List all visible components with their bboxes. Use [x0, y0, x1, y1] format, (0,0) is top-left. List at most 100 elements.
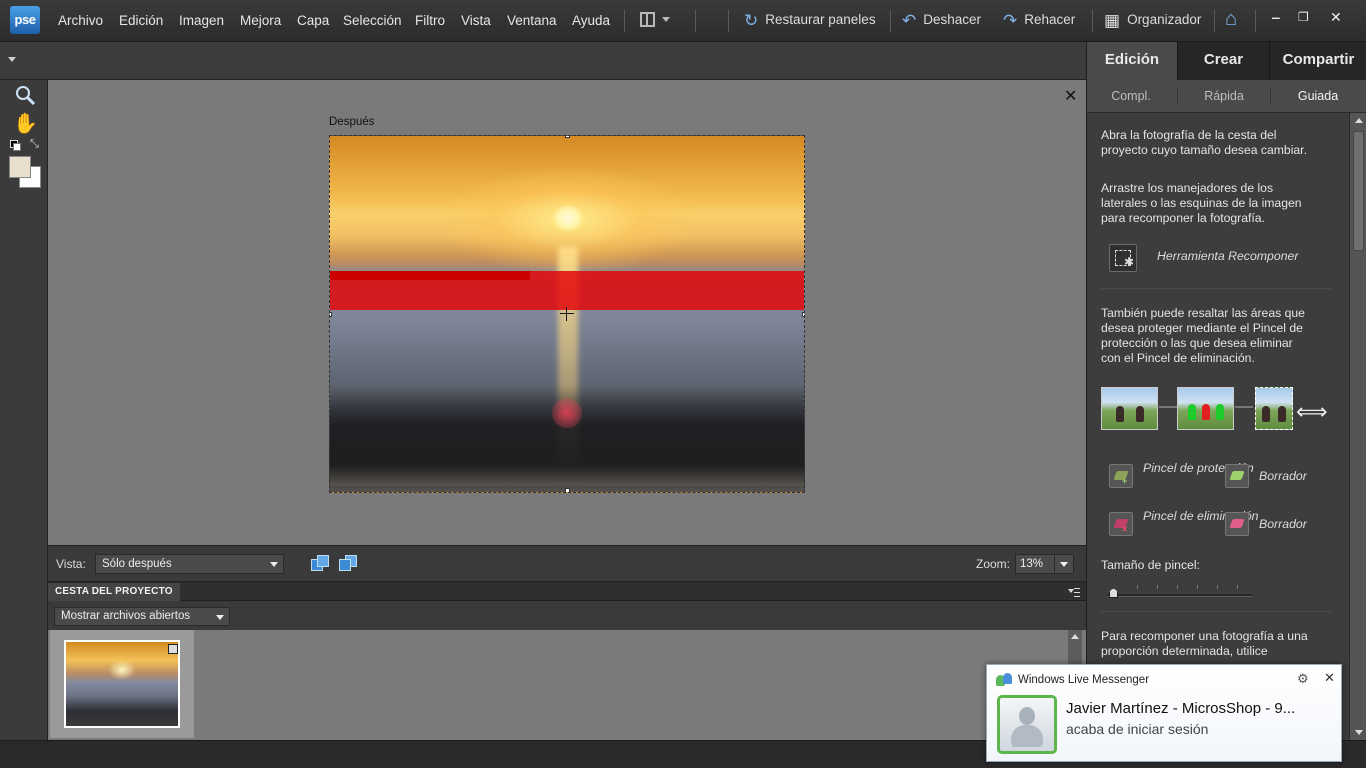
layout-icon	[640, 12, 655, 27]
resize-handle-left[interactable]	[330, 312, 332, 317]
remove-eraser-icon[interactable]	[1225, 512, 1249, 536]
view-label: Vista:	[56, 557, 86, 571]
bin-item[interactable]	[50, 630, 194, 738]
zoom-tool-icon[interactable]	[13, 84, 37, 108]
subtab-guiada[interactable]: Guiada	[1272, 89, 1364, 103]
zoom-field[interactable]: 13%	[1015, 554, 1074, 574]
menu-mejora[interactable]: Mejora	[240, 13, 281, 28]
minimize-button[interactable]: ‒	[1272, 9, 1280, 25]
panel-bin: Edición Crear Compartir Compl. Rápida Gu…	[1086, 42, 1366, 740]
recompose-tool-label[interactable]: Herramienta Recomponer	[1157, 249, 1298, 264]
chevron-down-icon	[662, 17, 670, 22]
instruction-text: Abra la fotografía de la cesta del proye…	[1101, 128, 1307, 157]
sunset-photo[interactable]	[329, 135, 805, 493]
arrow-icon	[1235, 406, 1253, 408]
view-mode-select[interactable]: Sólo después	[95, 554, 284, 574]
toolbox: ✋ ⤡	[0, 80, 48, 740]
toolbar-separator	[1214, 10, 1215, 32]
menu-capa[interactable]: Capa	[297, 13, 329, 28]
close-window-button[interactable]: ✕	[1330, 9, 1342, 26]
app-logo: pse	[10, 6, 40, 34]
messenger-notification[interactable]: Windows Live Messenger ⚙ ✕ Javier Martín…	[986, 664, 1342, 762]
hand-tool-icon[interactable]: ✋	[13, 112, 38, 136]
tab-crear[interactable]: Crear	[1177, 42, 1269, 80]
resize-handle-bottom[interactable]	[565, 488, 570, 492]
resize-handle-right[interactable]	[802, 312, 804, 317]
close-icon[interactable]: ✕	[1324, 670, 1335, 686]
bin-filter-select[interactable]: Mostrar archivos abiertos	[54, 607, 230, 626]
default-colors-icon[interactable]	[10, 140, 21, 151]
subtab-rapida[interactable]: Rápida	[1179, 89, 1269, 103]
brush-size-slider[interactable]	[1107, 594, 1253, 597]
view-swap-icon[interactable]	[339, 555, 359, 573]
options-expand-icon[interactable]	[8, 57, 16, 62]
contact-name[interactable]: Javier Martínez - MicrosShop - 9...	[1066, 700, 1295, 717]
menu-vista[interactable]: Vista	[461, 13, 491, 28]
restore-panels-label: Restaurar paneles	[765, 12, 876, 27]
protect-eraser-label[interactable]: Borrador	[1259, 469, 1307, 484]
scroll-up-icon[interactable]	[1355, 118, 1363, 123]
view-layout-icon[interactable]	[311, 555, 331, 573]
restore-window-button[interactable]: ❐	[1298, 10, 1309, 24]
gear-icon[interactable]: ⚙	[1297, 671, 1309, 687]
resize-handle-top[interactable]	[565, 136, 570, 138]
guided-edit-panel: Abra la fotografía de la cesta del proye…	[1087, 113, 1349, 740]
edit-mode-tabs: Compl. Rápida Guiada	[1087, 80, 1366, 113]
chevron-down-icon	[1060, 562, 1068, 567]
redo-icon: ↷	[1003, 11, 1018, 30]
remove-eraser-label[interactable]: Borrador	[1259, 517, 1307, 532]
menu-archivo[interactable]: Archivo	[58, 13, 103, 28]
resize-arrow-icon: ⟺	[1296, 399, 1328, 424]
instruction-text: Arrastre los manejadores de los laterale…	[1101, 181, 1302, 225]
layout-menu-button[interactable]	[640, 12, 670, 30]
brush-size-slider-thumb[interactable]	[1109, 588, 1118, 598]
foreground-color-swatch[interactable]	[9, 156, 31, 178]
view-mode-value: Sólo después	[102, 558, 172, 570]
organizer-button[interactable]: ▦ Organizador	[1104, 11, 1201, 31]
arrow-icon	[1159, 406, 1177, 408]
avatar	[997, 695, 1057, 754]
instruction-text: También puede resaltar las áreas que des…	[1101, 306, 1305, 365]
undo-button[interactable]: ↶ Deshacer	[902, 11, 981, 31]
toolbar-separator	[728, 10, 729, 32]
menu-seleccion[interactable]: Selección	[343, 13, 402, 28]
toolbar-separator	[695, 10, 696, 32]
menu-ventana[interactable]: Ventana	[507, 13, 557, 28]
scroll-down-icon[interactable]	[1355, 730, 1363, 735]
scrollbar-thumb[interactable]	[1353, 131, 1364, 251]
panel-scrollbar[interactable]	[1349, 113, 1366, 740]
refresh-icon: ↻	[744, 11, 759, 30]
photo-thumbnail[interactable]	[64, 640, 180, 728]
protect-eraser-icon[interactable]	[1225, 464, 1249, 488]
divider	[1101, 288, 1331, 289]
remove-brush-icon[interactable]: ×	[1109, 512, 1133, 536]
home-button[interactable]: ⌂	[1225, 8, 1237, 31]
project-bin-controls: Mostrar archivos abiertos	[48, 601, 1086, 630]
tab-compartir[interactable]: Compartir	[1269, 42, 1366, 80]
menu-imagen[interactable]: Imagen	[179, 13, 224, 28]
tool-options-bar	[0, 42, 1086, 80]
project-bin-tab[interactable]: CESTA DEL PROYECTO	[48, 583, 180, 601]
menu-filtro[interactable]: Filtro	[415, 13, 445, 28]
view-bar: Vista: Sólo después Zoom: 13%	[48, 545, 1086, 582]
swap-colors-icon[interactable]: ⤡	[30, 138, 39, 151]
notification-title: Windows Live Messenger	[1018, 674, 1150, 686]
menu-bar: pse Archivo Edición Imagen Mejora Capa S…	[0, 0, 1366, 42]
restore-panels-button[interactable]: ↻ Restaurar paneles	[744, 11, 876, 31]
example-image-result	[1255, 387, 1293, 430]
project-bin	[48, 630, 1086, 740]
menu-edicion[interactable]: Edición	[119, 13, 163, 28]
organizer-label: Organizador	[1127, 12, 1202, 27]
subtab-compl[interactable]: Compl.	[1087, 89, 1175, 103]
close-icon[interactable]: ✕	[1064, 86, 1077, 106]
scroll-up-icon[interactable]	[1071, 634, 1079, 639]
menu-ayuda[interactable]: Ayuda	[572, 13, 610, 28]
toolbar-separator	[1255, 10, 1256, 32]
redo-button[interactable]: ↷ Rehacer	[1003, 11, 1075, 31]
recompose-tool-icon[interactable]	[1109, 244, 1137, 272]
project-bin-header: CESTA DEL PROYECTO	[48, 583, 1086, 601]
tab-edicion[interactable]: Edición	[1087, 42, 1177, 80]
panel-menu-icon[interactable]	[1068, 587, 1080, 597]
crosshair-icon[interactable]	[560, 307, 574, 321]
protect-brush-icon[interactable]: +	[1109, 464, 1133, 488]
